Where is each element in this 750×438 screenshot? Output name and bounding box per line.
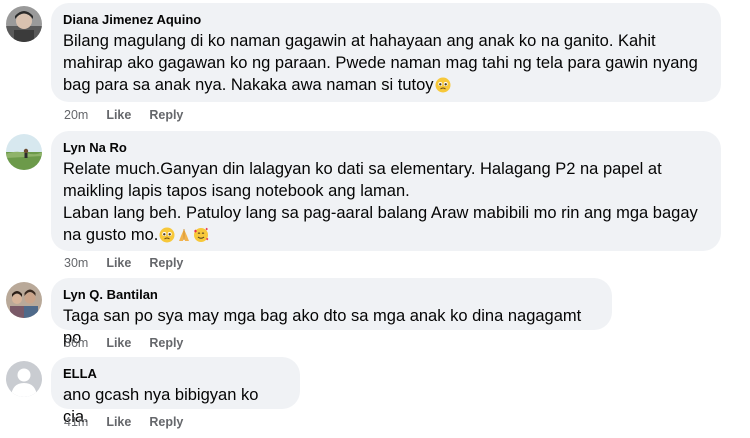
like-button[interactable]: Like [106,108,131,122]
smiling-hearts-face-icon [193,227,209,249]
comment-bubble: Diana Jimenez Aquino Bilang magulang di … [51,3,721,102]
avatar[interactable] [6,134,42,170]
comment-meta: 30m Like Reply [64,256,201,270]
crying-face-icon [159,227,175,249]
comment-body: Bilang magulang di ko naman gagawin at h… [63,32,698,94]
avatar-photo [6,134,42,170]
reply-button[interactable]: Reply [149,108,183,122]
reply-button[interactable]: Reply [149,256,183,270]
comment-time[interactable]: 36m [64,336,88,350]
like-button[interactable]: Like [106,336,131,350]
default-avatar-icon [6,361,42,397]
comment-bubble: Lyn Na Ro Relate much.Ganyan din lalagya… [51,131,721,251]
folded-hands-icon [176,227,192,249]
avatar-photo [6,6,42,42]
comment-author[interactable]: ELLA [63,365,286,382]
like-button[interactable]: Like [106,415,131,429]
comment-author[interactable]: Lyn Na Ro [63,139,707,156]
comment-text: Bilang magulang di ko naman gagawin at h… [63,30,707,99]
comment-bubble: ELLA ano gcash nya bibigyan ko cia. [51,357,300,426]
comment-meta: 41m Like Reply [64,415,201,429]
comment-time[interactable]: 20m [64,108,88,122]
avatar[interactable] [6,6,42,42]
crying-face-icon [435,77,451,99]
comment-time[interactable]: 41m [64,415,88,429]
avatar-photo [6,282,42,318]
comment-bubble: Lyn Q. Bantilan Taga san po sya may mga … [51,278,612,347]
reply-button[interactable]: Reply [149,336,183,350]
comment-meta: 36m Like Reply [64,336,201,350]
comment-time[interactable]: 30m [64,256,88,270]
avatar[interactable] [6,361,42,397]
reply-button[interactable]: Reply [149,415,183,429]
comment-body: Relate much.Ganyan din lalagyan ko dati … [63,160,698,244]
comment-text: Relate much.Ganyan din lalagyan ko dati … [63,158,707,249]
avatar[interactable] [6,282,42,318]
comment-meta: 20m Like Reply [64,108,201,122]
like-button[interactable]: Like [106,256,131,270]
comment-author[interactable]: Lyn Q. Bantilan [63,286,598,303]
comment-author[interactable]: Diana Jimenez Aquino [63,11,707,28]
